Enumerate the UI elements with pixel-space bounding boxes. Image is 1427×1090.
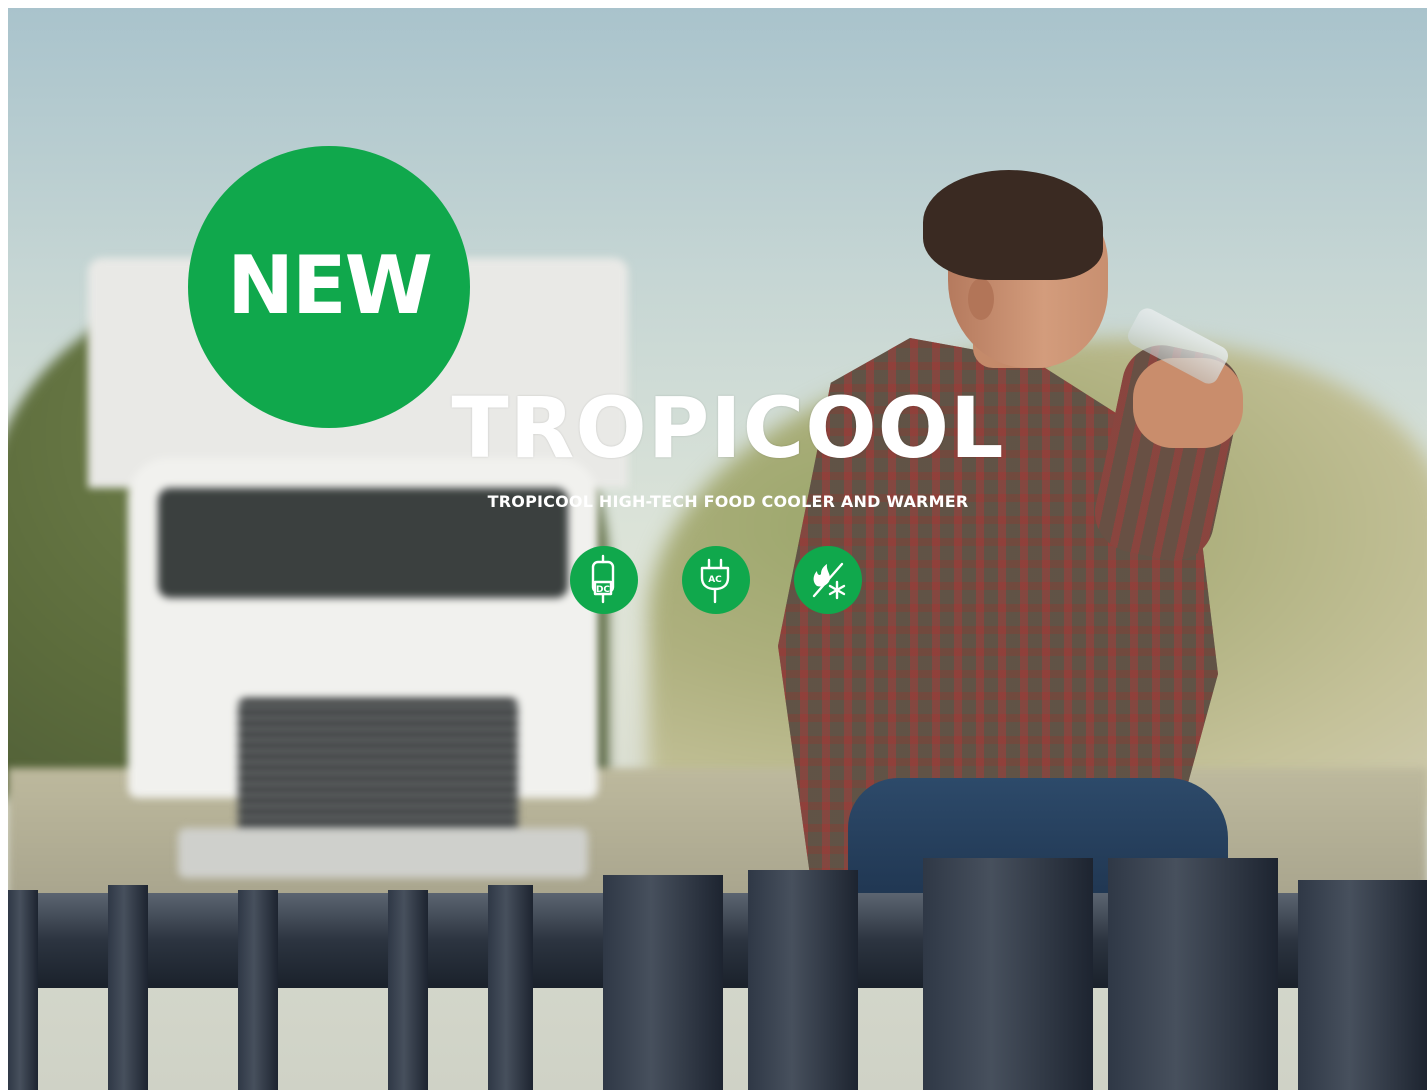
dc-power-icon: DC [570,546,638,614]
ac-plug-icon: AC [682,546,750,614]
product-title: TROPICOOL [451,379,1005,477]
page: NEW TROPICOOL TROPICOOL HIGH-TECH FOOD C… [0,0,1427,1090]
hero-photo: NEW TROPICOOL TROPICOOL HIGH-TECH FOOD C… [8,8,1427,1090]
ac-label: AC [708,575,722,585]
rail-post [1108,858,1278,1090]
rail-post [8,890,38,1090]
rail-post [603,875,723,1090]
rail-post [488,885,533,1090]
new-badge-text: NEW [227,238,433,332]
rail-post [748,870,858,1090]
person-ear [968,278,994,320]
person-hair [923,170,1103,280]
rail-post [238,890,278,1090]
heat-cool-icon [794,546,862,614]
rail-post [388,890,428,1090]
guardrail [8,858,1427,1090]
truck-grille [238,698,518,838]
product-subtitle: TROPICOOL HIGH-TECH FOOD COOLER AND WARM… [487,492,969,511]
rail-post [108,885,148,1090]
dc-label: DC [596,585,610,595]
rail-post [923,858,1093,1090]
rail-post [1298,880,1427,1090]
